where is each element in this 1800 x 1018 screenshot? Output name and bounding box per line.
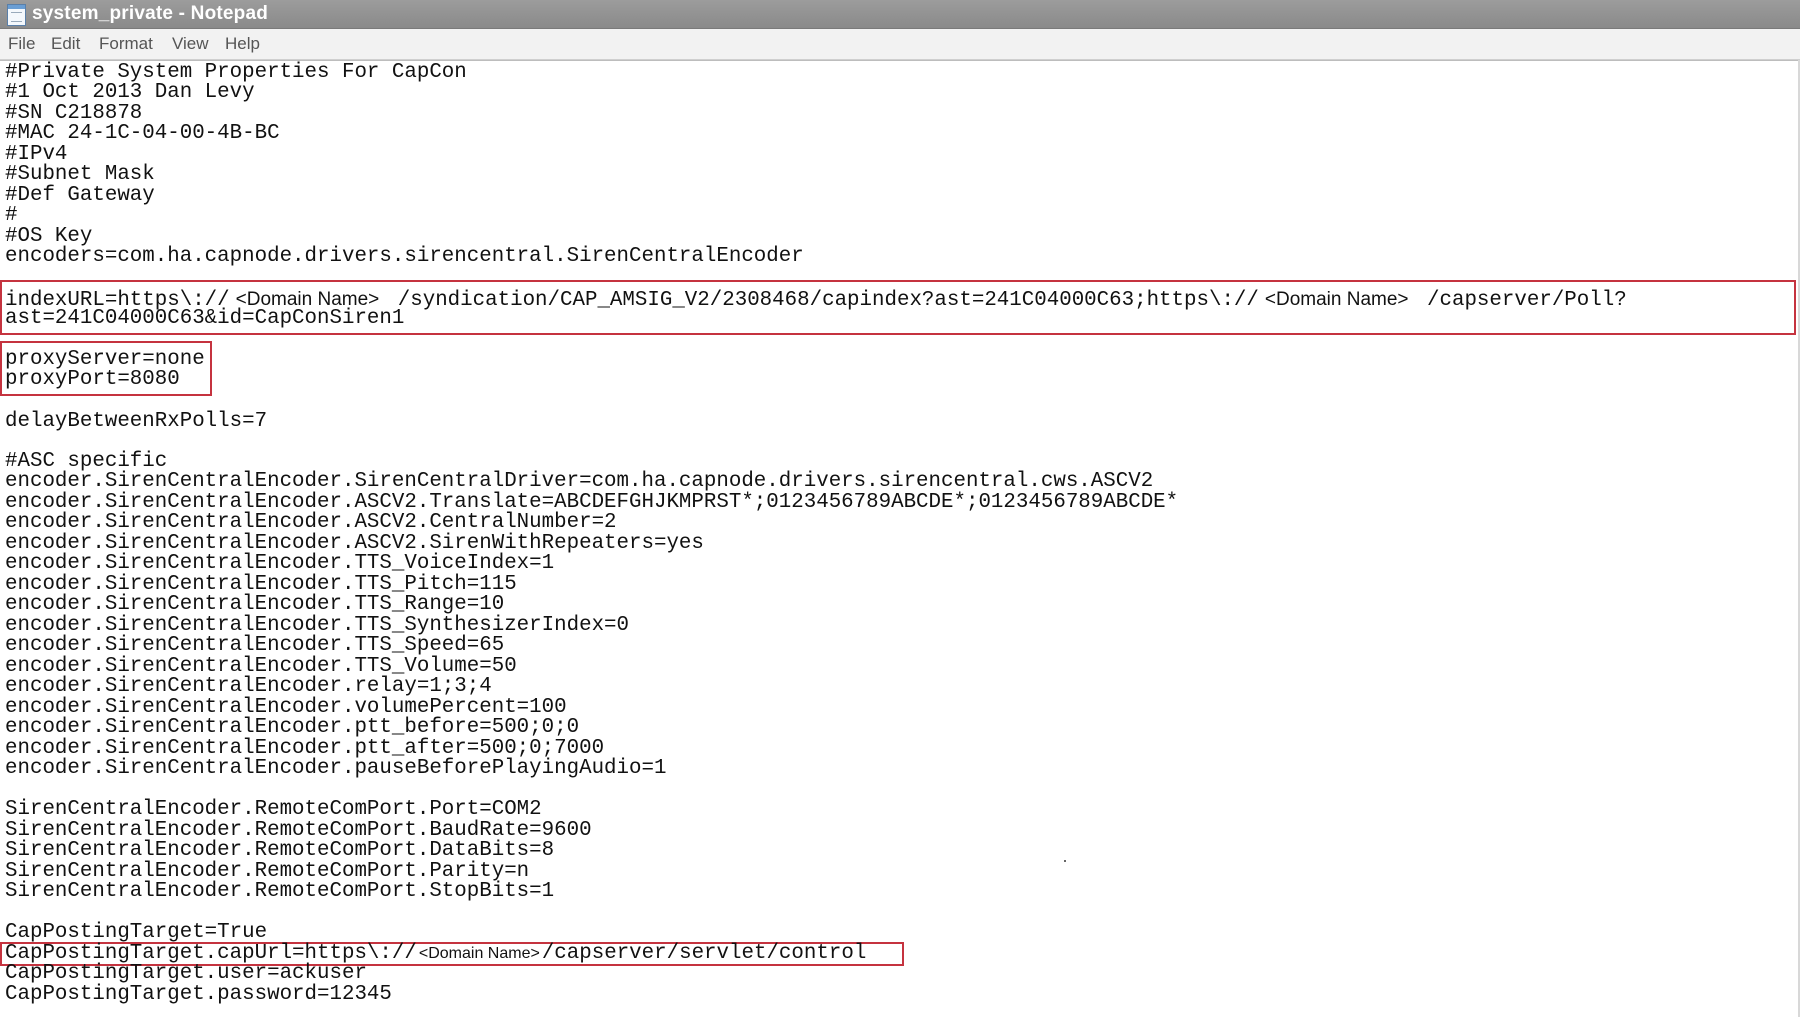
editor-line: #OS Key — [5, 225, 93, 248]
editor-line: encoder.SirenCentralEncoder.ptt_after=50… — [5, 737, 605, 760]
editor-line: encoder.SirenCentralEncoder.relay=1;3;4 — [5, 675, 492, 698]
editor-line: #IPv4 — [5, 143, 68, 166]
editor-line: encoder.SirenCentralEncoder.volumePercen… — [5, 696, 567, 719]
cap-url-line: CapPostingTarget.capUrl=https\://<Domain… — [5, 942, 867, 965]
editor-line: encoder.SirenCentralEncoder.TTS_Range=10 — [5, 593, 505, 616]
proxy-port-line: proxyPort=8080 — [5, 368, 180, 391]
index-url-part: /capserver/Poll? — [1414, 289, 1627, 312]
editor-line: encoder.SirenCentralEncoder.ASCV2.SirenW… — [5, 532, 704, 555]
editor-line: CapPostingTarget.user=ackuser — [5, 962, 367, 985]
notepad-icon — [7, 4, 26, 26]
editor-line: encoders=com.ha.capnode.drivers.sirencen… — [5, 245, 804, 268]
proxy-server-line: proxyServer=none — [5, 348, 205, 371]
editor-line: #Subnet Mask — [5, 163, 155, 186]
domain-name-placeholder: <Domain Name> — [418, 945, 540, 962]
editor-line: encoder.SirenCentralEncoder.TTS_Speed=65 — [5, 634, 505, 657]
menu-edit[interactable]: Edit — [47, 32, 84, 56]
editor-line: #ASC specific — [5, 450, 168, 473]
editor-line: SirenCentralEncoder.RemoteComPort.StopBi… — [5, 880, 555, 903]
domain-name-placeholder: <Domain Name> — [1264, 289, 1409, 310]
index-url-line: ast=241C04000C63&id=CapConSiren1 — [5, 307, 405, 330]
editor-line: delayBetweenRxPolls=7 — [5, 410, 268, 433]
editor-line: SirenCentralEncoder.RemoteComPort.Port=C… — [5, 798, 542, 821]
editor-line: #1 Oct 2013 Dan Levy — [5, 81, 255, 104]
editor-line: SirenCentralEncoder.RemoteComPort.Parity… — [5, 860, 530, 883]
menu-bar: File Edit Format View Help — [0, 29, 1800, 60]
editor-line: #SN C218878 — [5, 102, 143, 125]
editor-line: encoder.SirenCentralEncoder.ASCV2.Centra… — [5, 511, 617, 534]
editor-line: SirenCentralEncoder.RemoteComPort.DataBi… — [5, 839, 555, 862]
editor-line: encoder.SirenCentralEncoder.TTS_Synthesi… — [5, 614, 630, 637]
menu-format[interactable]: Format — [95, 32, 157, 56]
title-bar[interactable]: system_private - Notepad — [0, 0, 1800, 29]
editor-line: #Private System Properties For CapCon — [5, 61, 467, 84]
menu-view[interactable]: View — [168, 32, 213, 56]
editor-line: #Def Gateway — [5, 184, 155, 207]
editor-line: SirenCentralEncoder.RemoteComPort.BaudRa… — [5, 819, 592, 842]
editor-line: encoder.SirenCentralEncoder.SirenCentral… — [5, 470, 1154, 493]
editor-line: encoder.SirenCentralEncoder.ptt_before=5… — [5, 716, 580, 739]
editor-line: #MAC 24-1C-04-00-4B-BC — [5, 122, 280, 145]
editor-line: encoder.SirenCentralEncoder.TTS_Volume=5… — [5, 655, 517, 678]
editor-line: encoder.SirenCentralEncoder.pauseBeforeP… — [5, 757, 667, 780]
index-url-part: /syndication/CAP_AMSIG_V2/2308468/capind… — [385, 289, 1259, 312]
stray-dot — [1064, 860, 1066, 862]
editor-line: encoder.SirenCentralEncoder.ASCV2.Transl… — [5, 491, 1179, 514]
editor-line: CapPostingTarget.password=12345 — [5, 983, 392, 1006]
editor-line: encoder.SirenCentralEncoder.TTS_Pitch=11… — [5, 573, 517, 596]
menu-file[interactable]: File — [4, 32, 39, 56]
editor-line: encoder.SirenCentralEncoder.TTS_VoiceInd… — [5, 552, 555, 575]
menu-help[interactable]: Help — [221, 32, 264, 56]
editor-line: CapPostingTarget=True — [5, 921, 268, 944]
window-title: system_private - Notepad — [32, 3, 269, 24]
editor-line: # — [5, 204, 18, 227]
cap-url-part: /capserver/servlet/control — [541, 942, 867, 965]
